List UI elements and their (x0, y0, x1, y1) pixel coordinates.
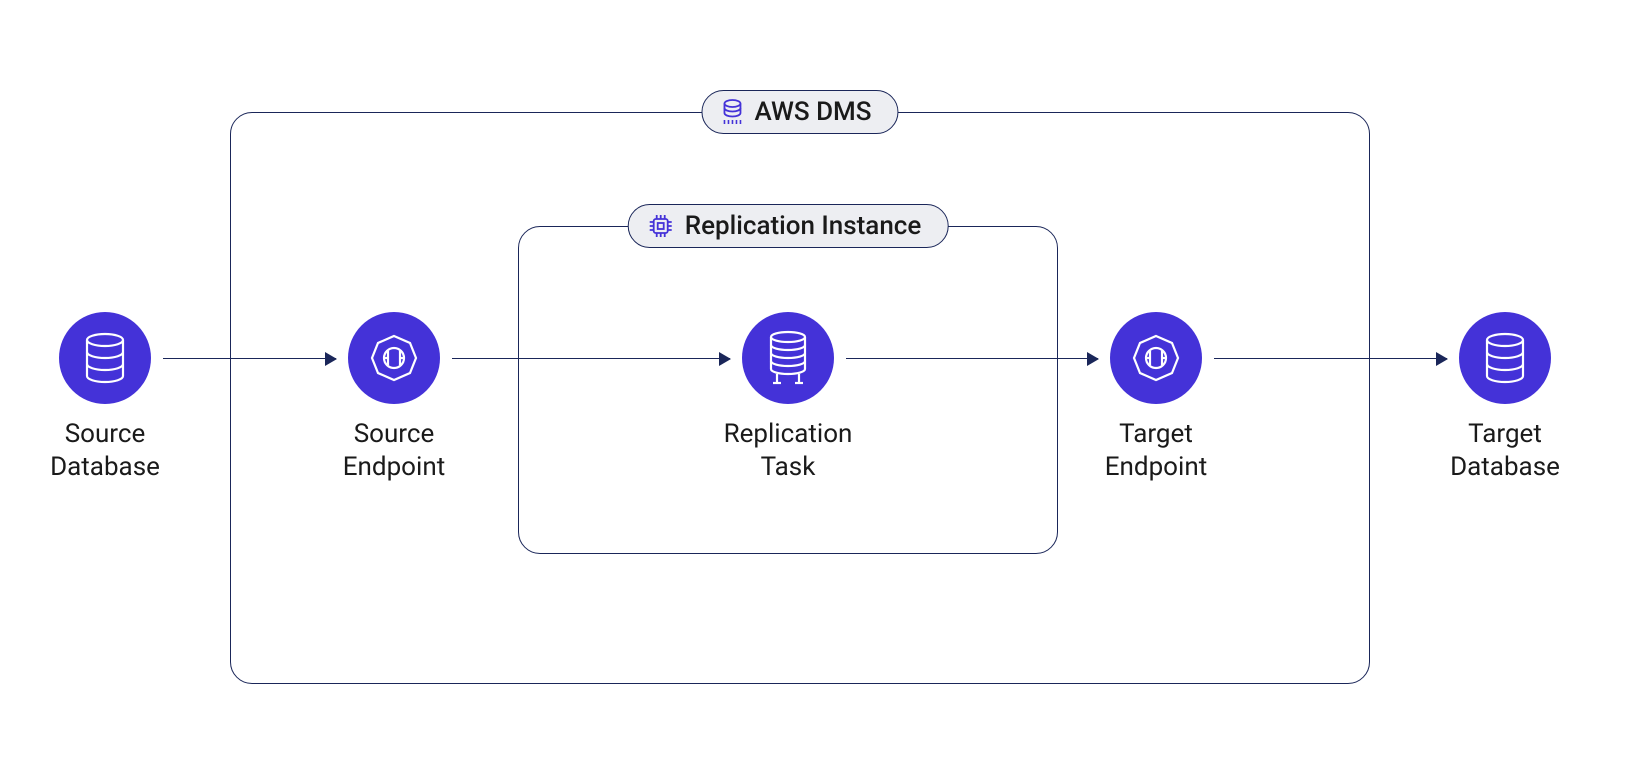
source-database-node: Source Database (5, 312, 205, 483)
arrow-srcdb-to-srcendpoint (163, 358, 336, 359)
server-stack-icon (742, 312, 834, 404)
database-icon (1459, 312, 1551, 404)
target-endpoint-label: Target Endpoint (1105, 418, 1207, 483)
chip-icon (647, 212, 675, 240)
arrow-tgtendpoint-to-tgtdb (1214, 358, 1447, 359)
database-icon (59, 312, 151, 404)
replication-task-label: Replication Task (724, 418, 853, 483)
endpoint-icon (348, 312, 440, 404)
target-endpoint-node: Target Endpoint (1056, 312, 1256, 483)
source-endpoint-node: Source Endpoint (294, 312, 494, 483)
arrow-srcendpoint-to-task (452, 358, 730, 359)
source-database-label: Source Database (50, 418, 160, 483)
replication-instance-pill-label: Replication Instance (685, 211, 922, 241)
replication-task-node: Replication Task (688, 312, 888, 483)
target-database-node: Target Database (1405, 312, 1605, 483)
arrow-task-to-tgtendpoint (846, 358, 1098, 359)
endpoint-icon (1110, 312, 1202, 404)
replication-instance-pill: Replication Instance (628, 204, 949, 248)
aws-dms-pill-label: AWS DMS (754, 97, 871, 127)
target-database-label: Target Database (1450, 418, 1560, 483)
dms-service-icon (720, 98, 744, 126)
aws-dms-pill: AWS DMS (701, 90, 898, 134)
diagram-canvas: AWS DMS (0, 0, 1648, 768)
source-endpoint-label: Source Endpoint (343, 418, 445, 483)
